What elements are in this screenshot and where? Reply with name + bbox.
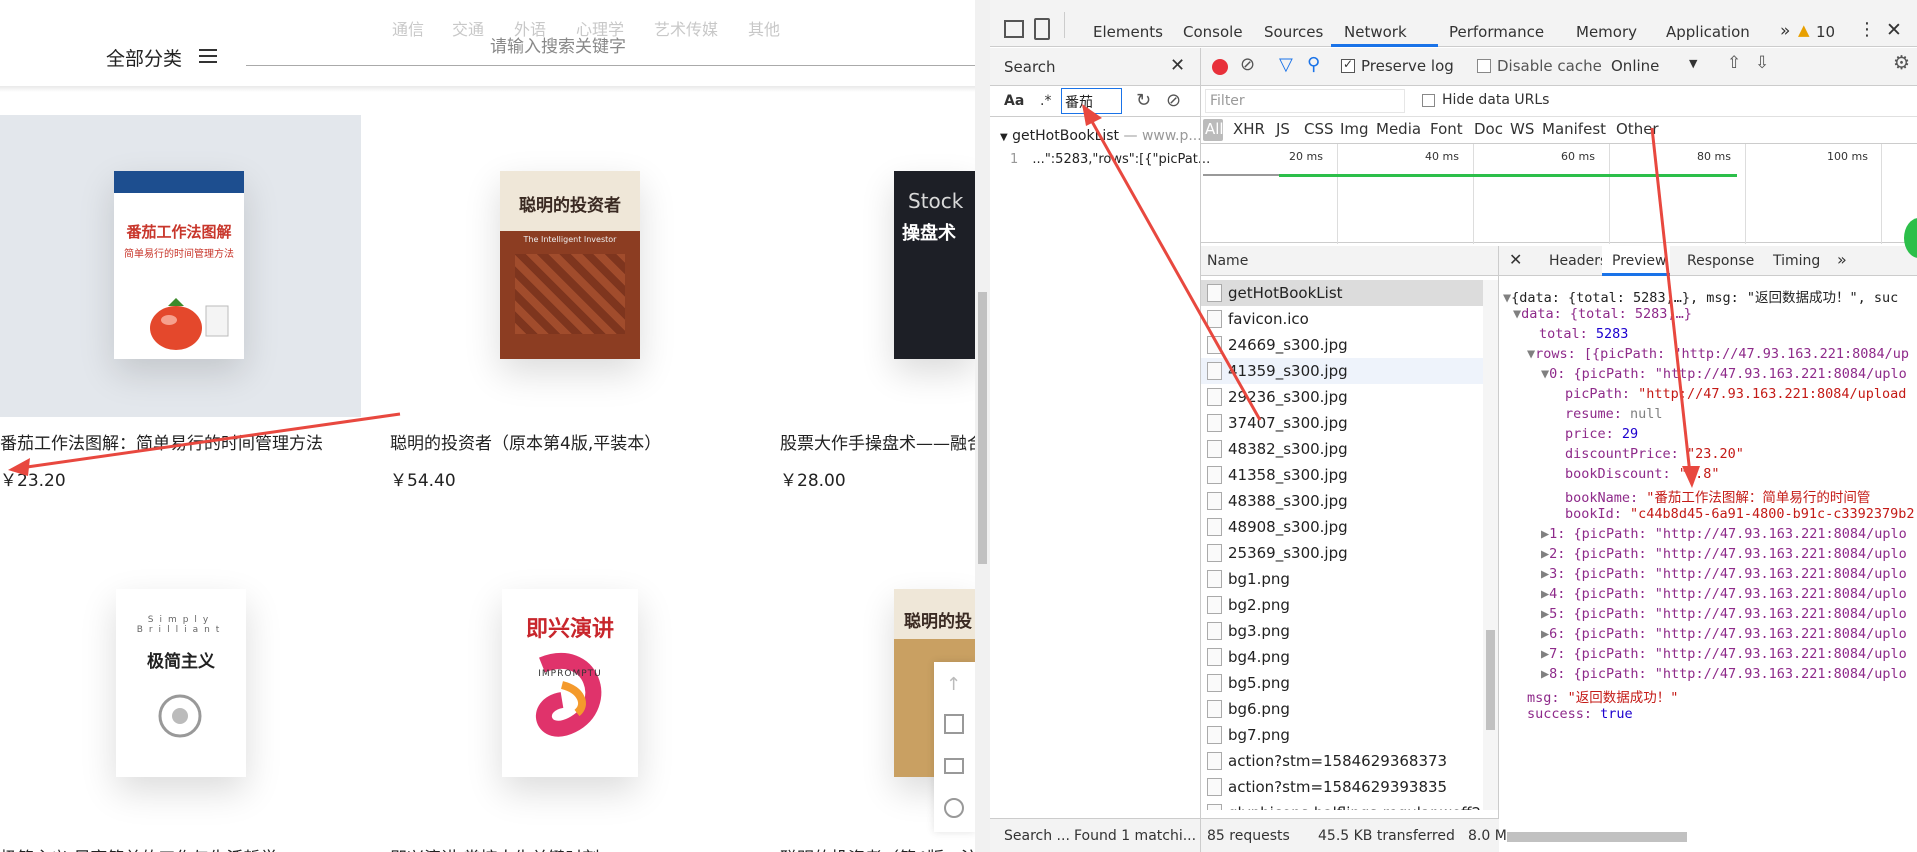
cover-title: 操盘术 (902, 223, 956, 244)
book-title[interactable]: 聪明的投资者（原本第4版,平装本） (390, 429, 661, 454)
annotation-arrow (8, 412, 401, 476)
cover-title: 聪明的投资者 (500, 171, 640, 231)
cover-title: 番茄工作法图解 (126, 223, 232, 241)
cover-subtitle: Stock (908, 189, 964, 213)
cover-title: 聪明的投 (894, 589, 975, 639)
cover-swirl-graphic (536, 653, 602, 737)
book-cover[interactable]: Simply Brilliant 极简主义 (116, 589, 246, 777)
devtools-panel: Elements Console Sources Network Perform… (990, 0, 1917, 852)
search-placeholder: 请输入搜索关键字 (490, 37, 626, 57)
page-scrollbar[interactable] (975, 0, 990, 852)
book-title[interactable]: 股票大作手操盘术——融合 (780, 429, 975, 454)
all-categories-label[interactable]: 全部分类 (106, 44, 182, 71)
cover-pattern (515, 254, 625, 334)
book-cover[interactable]: Stock 操盘术 (894, 171, 975, 359)
cover-title: 即兴演讲 (525, 617, 614, 642)
cover-circle-graphic (158, 694, 202, 738)
book-cover[interactable]: 即兴演讲 IMPROMPTU (502, 589, 638, 777)
book-cover[interactable]: 聪明的投资者 The Intelligent Investor (500, 171, 640, 359)
back-to-top-icon[interactable]: ↑ (946, 674, 961, 695)
menu-icon[interactable] (198, 46, 218, 66)
cover-title: 极简主义 (147, 652, 215, 672)
search-input[interactable]: 请输入搜索关键字 (246, 30, 975, 66)
annotation-arrows (1082, 104, 1700, 488)
book-price: ￥28.00 (780, 471, 846, 491)
cover-subtitle: IMPROMPTU (538, 669, 602, 679)
page-scrollbar-thumb[interactable] (978, 292, 987, 564)
book-cover[interactable]: 番茄工作法图解 简单易行的时间管理方法 (114, 171, 244, 359)
header-shadow (0, 86, 975, 92)
qr-code-icon[interactable] (944, 714, 964, 734)
book-title[interactable]: 即兴演讲 掌控人生关键时刻 (390, 844, 599, 852)
headset-icon[interactable] (944, 798, 964, 818)
cover-band (114, 171, 244, 193)
book-title[interactable]: 聪明的投资者（第4版，注 (780, 844, 975, 852)
cover-subtitle: 简单易行的时间管理方法 (124, 249, 234, 260)
book-title[interactable]: 极简主义 尽享简单的工作与生活哲学 (0, 844, 277, 852)
side-toolbar: ↑ (934, 662, 975, 832)
cart-icon[interactable] (944, 758, 964, 774)
tomato-icon (150, 298, 229, 350)
cover-subtitle: Simply Brilliant (136, 615, 226, 635)
cover-subtitle: The Intelligent Investor (523, 235, 617, 244)
